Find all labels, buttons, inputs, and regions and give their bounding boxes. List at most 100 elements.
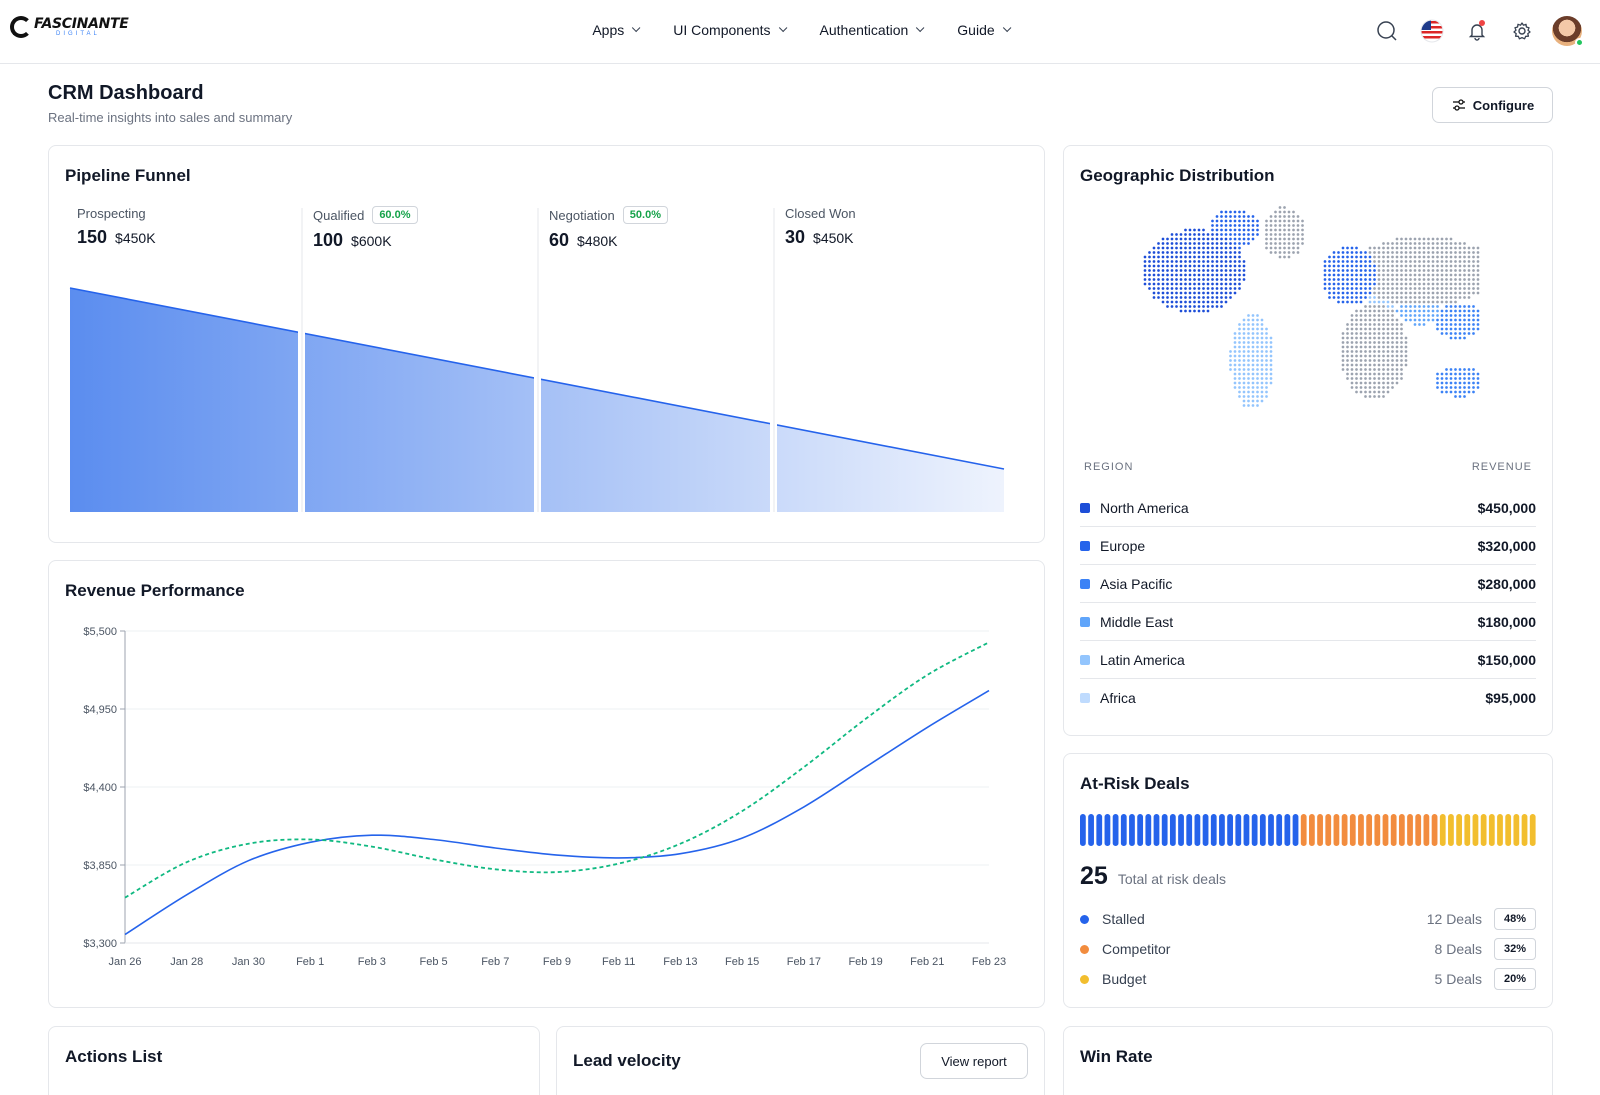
view-report-button[interactable]: View report: [920, 1043, 1028, 1079]
risk-bar-segment: [1235, 814, 1242, 846]
series-line-2: [124, 641, 990, 899]
risk-label: Stalled: [1102, 911, 1145, 927]
stage-count: 100: [313, 230, 344, 250]
notification-dot: [1479, 20, 1485, 26]
pipeline-title: Pipeline Funnel: [65, 166, 191, 185]
geo-row[interactable]: North America $450,000: [1080, 489, 1536, 527]
x-tick-label: Feb 11: [602, 956, 635, 968]
risk-bar-segment: [1488, 814, 1495, 846]
stage-amount: $450K: [813, 230, 854, 246]
user-avatar[interactable]: [1552, 16, 1584, 47]
risk-bar-segment: [1145, 814, 1152, 846]
risk-bar-segment: [1178, 814, 1184, 846]
risk-bar-segment: [1080, 814, 1086, 846]
risk-bar-segment: [1407, 814, 1413, 846]
velocity-title: Lead velocity: [573, 1051, 681, 1070]
risk-color-dot: [1080, 914, 1089, 924]
risk-label: Budget: [1102, 971, 1147, 987]
risk-bar-segment: [1325, 814, 1332, 846]
risk-bar-segment: [1309, 814, 1315, 846]
page-subtitle: Real-time insights into sales and summar…: [48, 110, 293, 125]
nav-guide[interactable]: Guide: [957, 22, 1012, 38]
gear-icon[interactable]: [1507, 16, 1537, 46]
actions-list-card: Actions List: [48, 1026, 540, 1095]
risk-title: At-Risk Deals: [1080, 774, 1190, 793]
chevron-down-icon: [632, 23, 641, 33]
geo-row[interactable]: Africa $95,000: [1080, 679, 1536, 717]
risk-bar-segment: [1497, 814, 1503, 846]
risk-bar-segment: [1202, 814, 1209, 846]
bell-icon[interactable]: [1462, 16, 1492, 46]
configure-label: Configure: [1472, 97, 1535, 113]
funnel-stage-closed-won[interactable]: Closed Won 30 $450K: [785, 206, 856, 248]
risk-percent-badge: 20%: [1494, 968, 1536, 990]
geo-row[interactable]: Latin America $150,000: [1080, 641, 1536, 679]
risk-deal-count: 5 Deals: [1434, 971, 1482, 987]
risk-deal-count: 8 Deals: [1434, 941, 1482, 957]
risk-bar-segment: [1358, 814, 1364, 846]
stage-amount: $450K: [115, 230, 156, 246]
geo-table-header: REGION REVENUE: [1084, 461, 1532, 473]
risk-bar-segment: [1333, 814, 1340, 846]
stage-amount: $480K: [577, 233, 618, 249]
risk-bar-segment: [1227, 814, 1233, 846]
risk-bar-segment: [1505, 814, 1512, 846]
risk-bar-segment: [1382, 814, 1389, 846]
risk-bar-segment: [1284, 814, 1291, 846]
nav-apps-label: Apps: [592, 22, 625, 38]
region-revenue: $95,000: [1485, 690, 1536, 706]
stage-count: 150: [77, 227, 108, 247]
geo-row[interactable]: Middle East $180,000: [1080, 603, 1536, 641]
region-name: Africa: [1100, 690, 1136, 706]
nav-apps[interactable]: Apps: [592, 22, 641, 38]
risk-total-count: 25: [1080, 862, 1108, 890]
stage-name: Negotiation: [549, 207, 615, 223]
actions-title: Actions List: [65, 1047, 163, 1066]
risk-bar-segment: [1472, 814, 1479, 846]
winrate-title: Win Rate: [1080, 1047, 1153, 1066]
risk-bar-segment: [1480, 814, 1487, 846]
risk-bar-segment: [1153, 814, 1160, 846]
region-color-swatch: [1080, 693, 1090, 703]
conversion-badge: 60.0%: [372, 206, 418, 224]
risk-bar-segment: [1292, 814, 1299, 846]
risk-bar-segment: [1521, 814, 1528, 846]
configure-button[interactable]: Configure: [1432, 87, 1553, 123]
funnel-stage-qualified[interactable]: Qualified 60.0% 100 $600K: [313, 206, 418, 251]
region-color-swatch: [1080, 540, 1090, 551]
pipeline-funnel-card: Pipeline Funnel Prospecting 150 $450K Qua…: [48, 145, 1045, 543]
x-tick-label: Feb 1: [296, 956, 324, 968]
risk-item[interactable]: Stalled 12 Deals 48%: [1080, 904, 1536, 934]
risk-bar-segment: [1186, 814, 1193, 846]
stage-name: Closed Won: [785, 206, 856, 221]
page-title: CRM Dashboard: [48, 82, 204, 104]
y-tick-label: $3,850: [83, 860, 117, 872]
x-tick-label: Feb 13: [663, 956, 697, 968]
risk-color-dot: [1080, 974, 1089, 984]
risk-bar-segment: [1096, 814, 1103, 846]
risk-bar-segment: [1349, 814, 1356, 846]
funnel-chart: [69, 206, 1005, 516]
search-icon[interactable]: [1372, 16, 1402, 46]
risk-bar-segment: [1374, 814, 1381, 846]
stage-count: 30: [785, 227, 806, 247]
risk-bar-segment: [1398, 814, 1405, 846]
nav-ui-components[interactable]: UI Components: [673, 22, 787, 38]
x-tick-label: Feb 19: [848, 956, 882, 968]
risk-item[interactable]: Budget 5 Deals 20%: [1080, 964, 1536, 994]
nav-authentication[interactable]: Authentication: [820, 22, 925, 38]
geo-row[interactable]: Asia Pacific $280,000: [1080, 565, 1536, 603]
risk-bar-segment: [1431, 814, 1438, 846]
x-tick-label: Jan 30: [232, 956, 265, 968]
risk-item[interactable]: Competitor 8 Deals 32%: [1080, 934, 1536, 964]
geo-row[interactable]: Europe $320,000: [1080, 527, 1536, 565]
chevron-down-icon: [778, 23, 787, 33]
funnel-stage-prospecting[interactable]: Prospecting 150 $450K: [77, 206, 156, 248]
stage-name: Qualified: [313, 207, 365, 223]
funnel-stage-negotiation[interactable]: Negotiation 50.0% 60 $480K: [549, 206, 668, 251]
risk-bar-segment: [1341, 814, 1348, 846]
us-flag-icon[interactable]: [1417, 16, 1447, 46]
avatar: [1552, 16, 1584, 47]
risk-bar-segment: [1120, 814, 1127, 846]
risk-bar-segment: [1137, 814, 1144, 846]
